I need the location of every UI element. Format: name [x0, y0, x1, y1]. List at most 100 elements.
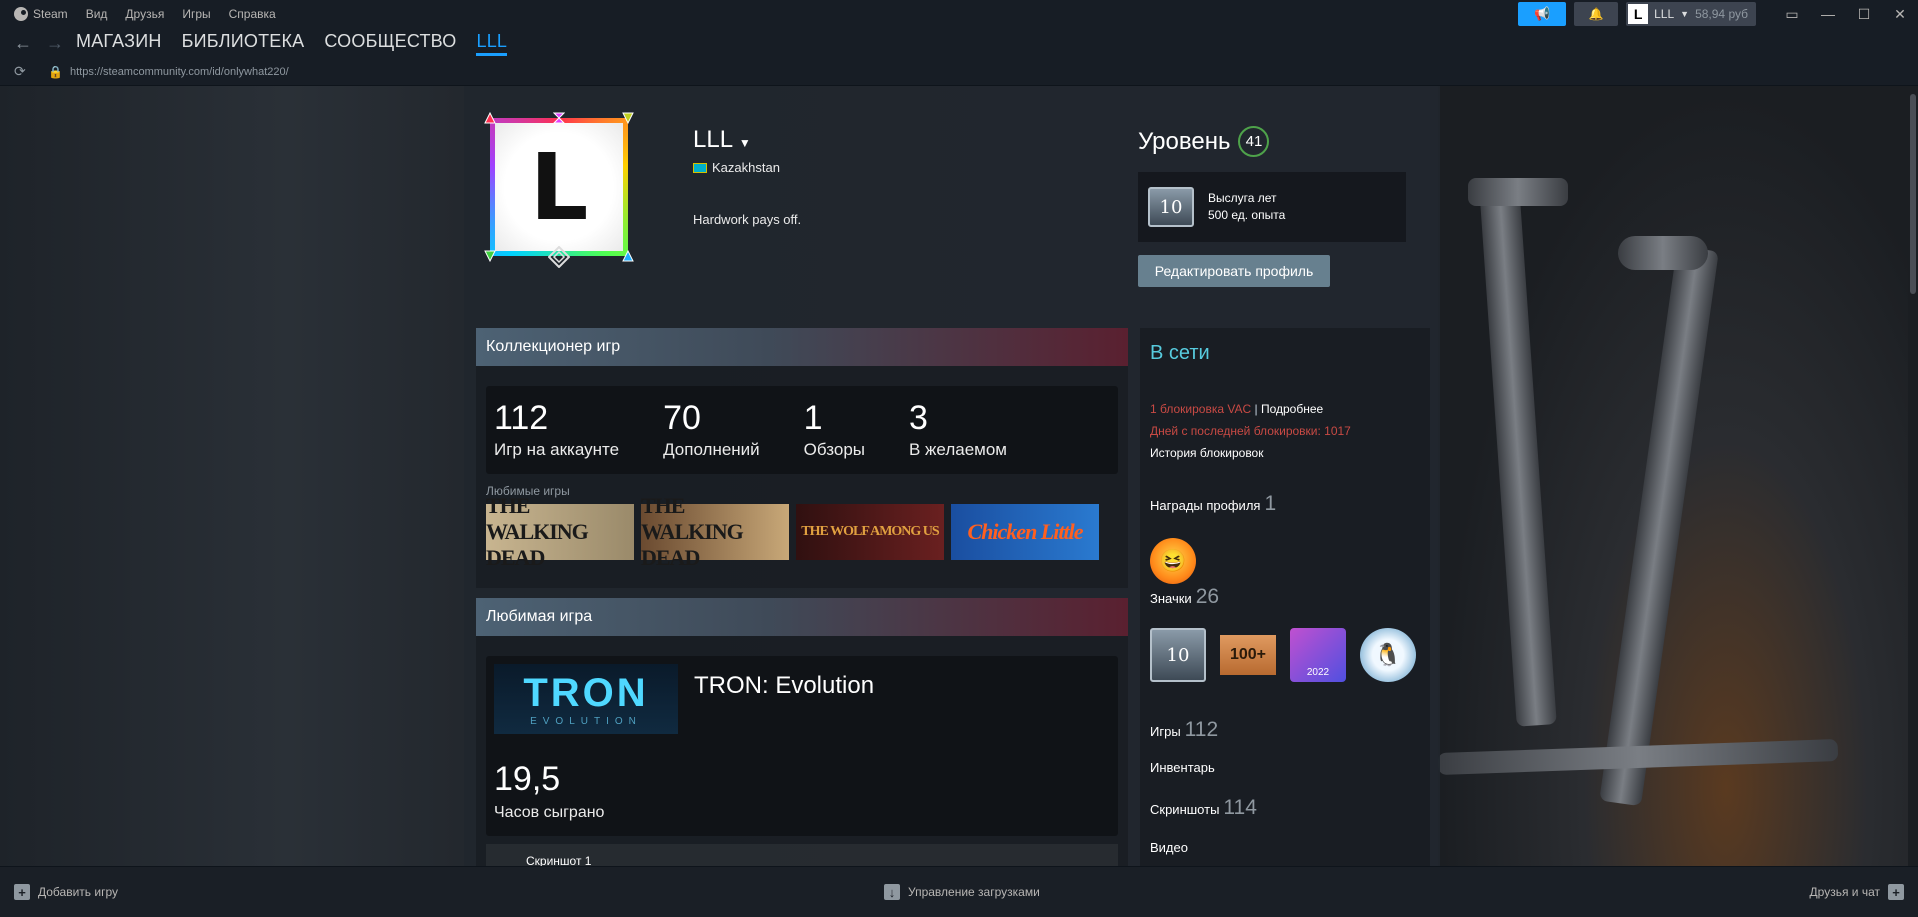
announcements-button[interactable]: 📢	[1518, 2, 1567, 26]
profile-sidebar: В сети 1 блокировка VAC | Подробнее Дней…	[1140, 328, 1430, 866]
download-icon: ↓	[884, 884, 900, 900]
hours-played-label: Часов сыграно	[494, 804, 605, 821]
profile-country: Kazakhstan	[693, 160, 780, 175]
level-badge[interactable]: 41	[1238, 126, 1270, 157]
triangle-blue-icon	[622, 250, 634, 262]
stat-wishlist[interactable]: 3 В желаемом	[909, 386, 1007, 474]
screenshot-row[interactable]: Скриншот 1	[486, 844, 1118, 866]
tab-profile[interactable]: LLL	[476, 31, 508, 56]
badge-title: Выслуга лет	[1208, 191, 1277, 205]
bell-icon: 🔔	[1588, 7, 1604, 21]
title-bar: Steam Вид Друзья Игры Справка 📢 🔔 L LLL …	[0, 0, 1918, 28]
favorite-game-image[interactable]: TRON EVOLUTION	[494, 664, 678, 734]
favorite-games-list: THE WALKING DEAD THE WALKING DEAD THE WO…	[486, 493, 1128, 570]
ban-history-link[interactable]: История блокировок	[1150, 446, 1263, 460]
steam-logo-icon	[14, 7, 28, 21]
tab-library[interactable]: БИБЛИОТЕКА	[182, 31, 305, 56]
showcase-title: Любимая игра	[476, 598, 1128, 636]
badges-row: 10 100+ 2022 🐧	[1150, 628, 1416, 682]
account-avatar: L	[1628, 4, 1649, 24]
reload-icon[interactable]: ⟳	[0, 63, 48, 80]
favorite-game-capsule[interactable]: THE WALKING DEAD	[641, 493, 789, 570]
favorite-game-box: TRON EVOLUTION TRON: Evolution 19,5 Часо…	[486, 656, 1118, 836]
chevron-down-icon: ▼	[1680, 9, 1690, 19]
add-game-button[interactable]: + Добавить игру	[14, 884, 118, 900]
collector-stats: 112 Игр на аккаунте 70 Дополнений 1 Обзо…	[486, 386, 1118, 474]
minimize-icon[interactable]: —	[1810, 0, 1846, 28]
inventory-link[interactable]: Инвентарь	[1150, 760, 1215, 775]
nav-bar: ← → МАГАЗИН БИБЛИОТЕКА СООБЩЕСТВО LLL	[0, 28, 1918, 58]
wallet-balance: 58,94 руб	[1695, 7, 1748, 21]
menu-help[interactable]: Справка	[229, 7, 276, 21]
close-icon[interactable]: ✕	[1882, 0, 1918, 28]
stat-dlc[interactable]: 70 Дополнений	[663, 386, 760, 474]
screenshots-link[interactable]: Скриншоты 114	[1150, 796, 1257, 820]
games-link[interactable]: Игры 112	[1150, 718, 1218, 742]
vac-days: Дней с последней блокировки: 1017	[1150, 424, 1351, 438]
favorite-game-capsule[interactable]: Chicken Little	[951, 504, 1099, 560]
years-of-service-badge-icon: 10	[1148, 187, 1194, 227]
online-status: В сети	[1150, 342, 1210, 364]
url-text[interactable]: https://steamcommunity.com/id/onlywhat22…	[70, 66, 289, 78]
stat-games[interactable]: 112 Игр на аккаунте	[494, 386, 619, 474]
stat-reviews[interactable]: 1 Обзоры	[804, 386, 865, 474]
forward-arrow-icon[interactable]: →	[46, 33, 64, 54]
favorite-game-name[interactable]: TRON: Evolution	[694, 672, 874, 700]
flag-icon	[693, 162, 707, 173]
tab-store[interactable]: МАГАЗИН	[76, 31, 162, 56]
megaphone-icon: 📢	[1534, 6, 1551, 21]
menu-steam[interactable]: Steam	[14, 7, 68, 21]
diamond-frame-icon	[548, 246, 570, 268]
scrollbar-thumb[interactable]	[1910, 94, 1916, 294]
steam-2022-badge-icon[interactable]: 2022	[1290, 628, 1346, 682]
triangle-down-frame-icon	[622, 112, 634, 124]
back-arrow-icon[interactable]: ←	[14, 33, 32, 54]
background-artwork	[1437, 86, 1918, 866]
featured-badge[interactable]: 10 Выслуга лет 500 ед. опыта	[1138, 172, 1406, 242]
profile-name[interactable]: LLL ▼	[693, 126, 751, 154]
avatar[interactable]: L	[490, 118, 628, 256]
menu-view[interactable]: Вид	[86, 7, 108, 21]
page-scrollbar[interactable]	[1908, 86, 1918, 866]
downloads-button[interactable]: ↓ Управление загрузками	[884, 884, 1040, 900]
hourglass-frame-icon	[553, 112, 565, 124]
bottom-bar: + Добавить игру ↓ Управление загрузками …	[0, 866, 1918, 917]
vac-more-link[interactable]: Подробнее	[1261, 402, 1323, 416]
hours-played: 19,5	[494, 760, 561, 798]
big-picture-icon[interactable]: ▭	[1774, 0, 1810, 28]
tab-community[interactable]: СООБЩЕСТВО	[324, 31, 456, 56]
main-menu: Steam Вид Друзья Игры Справка	[0, 7, 276, 21]
account-name: LLL	[1654, 7, 1675, 21]
profile-awards-link[interactable]: Награды профиля 1	[1150, 492, 1276, 516]
badges-link[interactable]: Значки 26	[1150, 585, 1219, 609]
triangle-frame-icon	[484, 112, 496, 124]
menu-friends[interactable]: Друзья	[125, 7, 164, 21]
lock-icon: 🔒	[48, 64, 63, 79]
plus-icon: +	[14, 884, 30, 900]
friends-icon: +	[1888, 884, 1904, 900]
notifications-button[interactable]: 🔔	[1574, 2, 1619, 26]
videos-link[interactable]: Видео	[1150, 840, 1188, 855]
profile-level: Уровень 41	[1138, 126, 1270, 157]
profile-panel: L LLL ▼ Kazakhstan Hardwork pays off. Ур…	[464, 86, 1440, 866]
url-bar: ⟳ 🔒 https://steamcommunity.com/id/onlywh…	[0, 58, 1918, 86]
favorite-game-capsule[interactable]: THE WALKING DEAD	[486, 493, 634, 570]
menu-games[interactable]: Игры	[182, 7, 210, 21]
favorite-game-capsule[interactable]: THE WOLF AMONG US	[796, 504, 944, 560]
edit-profile-button[interactable]: Редактировать профиль	[1138, 255, 1330, 287]
game-collector-showcase: Коллекционер игр 112 Игр на аккаунте 70 …	[476, 328, 1128, 588]
account-menu[interactable]: L LLL ▼ 58,94 руб	[1626, 2, 1756, 26]
badge-xp: 500 ед. опыта	[1208, 208, 1286, 222]
penguin-badge-icon[interactable]: 🐧	[1360, 628, 1416, 682]
profile-summary: Hardwork pays off.	[693, 212, 802, 227]
maximize-icon[interactable]: ☐	[1846, 0, 1882, 28]
triangle-down-green-icon	[484, 250, 496, 262]
years-badge-icon[interactable]: 10	[1150, 628, 1206, 682]
showcase-title: Коллекционер игр	[476, 328, 1128, 366]
favorite-game-showcase: Любимая игра TRON EVOLUTION TRON: Evolut…	[476, 598, 1128, 866]
profile-page: L LLL ▼ Kazakhstan Hardwork pays off. Ур…	[0, 86, 1918, 866]
hundred-plus-badge-icon[interactable]: 100+	[1220, 635, 1276, 675]
friends-chat-button[interactable]: Друзья и чат +	[1810, 884, 1904, 900]
vac-status: 1 блокировка VAC | Подробнее	[1150, 402, 1324, 416]
laughing-award-icon[interactable]: 😆	[1150, 538, 1196, 584]
